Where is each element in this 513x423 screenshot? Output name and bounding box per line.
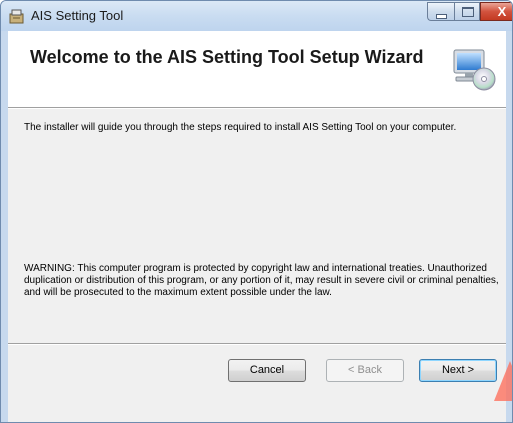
wizard-client-area: Welcome to the AIS Setting Tool Setup Wi…: [8, 31, 506, 422]
copyright-warning-text: WARNING: This computer program is protec…: [24, 263, 499, 298]
minimize-button[interactable]: [427, 2, 454, 21]
page-title: Welcome to the AIS Setting Tool Setup Wi…: [30, 47, 424, 67]
cancel-button[interactable]: Cancel: [228, 359, 306, 382]
wizard-banner: Welcome to the AIS Setting Tool Setup Wi…: [8, 31, 506, 108]
corner-overlay-marker: [494, 361, 512, 401]
footer-divider-highlight: [8, 344, 506, 345]
close-icon: X: [497, 4, 507, 19]
installer-app-icon: [9, 9, 24, 24]
close-button[interactable]: X: [480, 2, 512, 21]
maximize-button[interactable]: [454, 2, 480, 21]
minimize-icon: [436, 14, 447, 19]
installer-window: AIS Setting Tool X Welcome to the AIS Se…: [0, 0, 513, 423]
next-button[interactable]: Next >: [419, 359, 497, 382]
computer-disc-icon: [453, 49, 496, 91]
intro-text: The installer will guide you through the…: [24, 122, 457, 133]
window-title: AIS Setting Tool: [31, 8, 124, 23]
back-button[interactable]: < Back: [326, 359, 404, 382]
title-bar[interactable]: AIS Setting Tool X: [1, 1, 512, 31]
banner-divider: [8, 108, 506, 109]
maximize-icon: [462, 7, 474, 17]
